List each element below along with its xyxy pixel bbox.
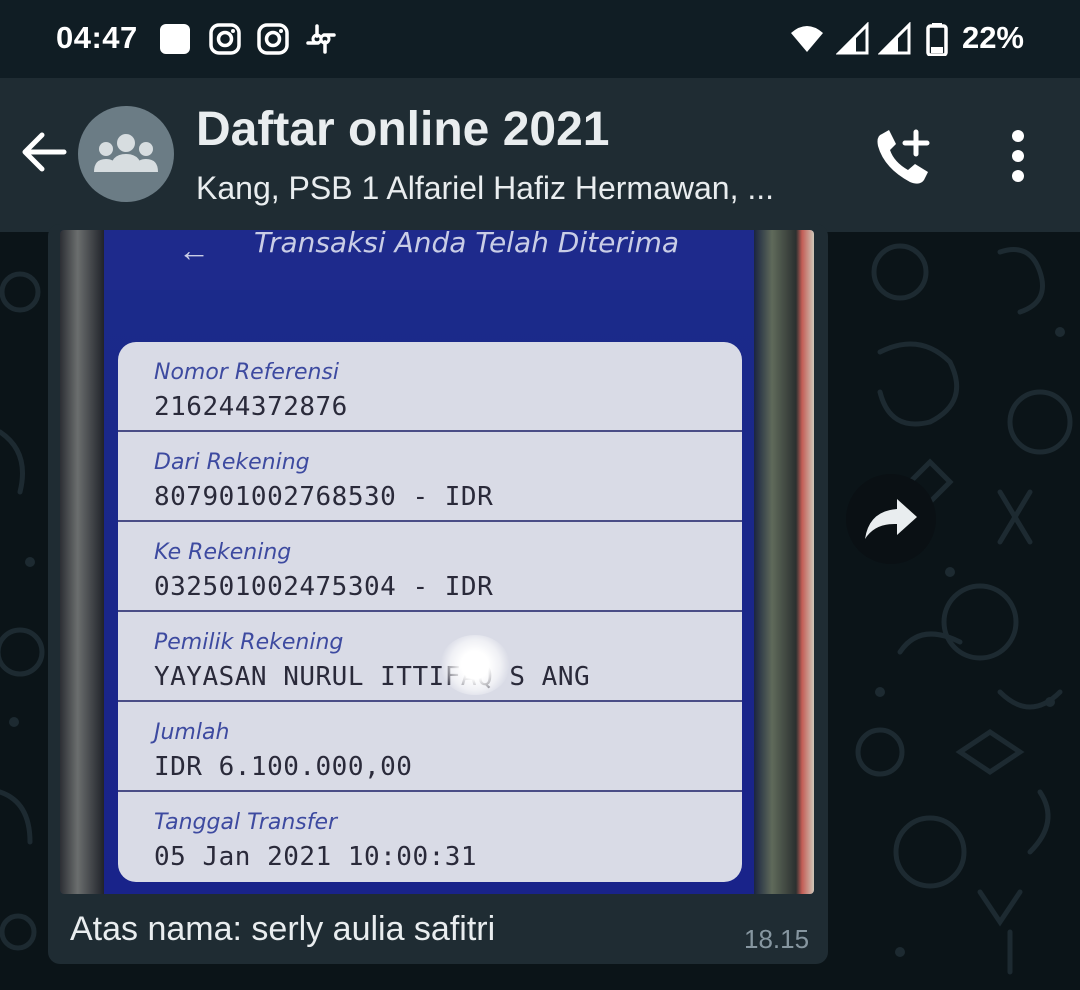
image-field-label: Pemilik Rekening <box>154 630 344 655</box>
signal-icon <box>836 22 869 55</box>
image-phone-edge-right <box>754 230 814 894</box>
image-transaction-card: Nomor Referensi 216244372876 Dari Rekeni… <box>118 342 742 882</box>
image-field-value: 05 Jan 2021 10:00:31 <box>154 842 478 872</box>
add-call-icon[interactable] <box>872 126 936 190</box>
image-field-label: Nomor Referensi <box>154 360 340 385</box>
instagram-icon <box>257 23 289 55</box>
forward-icon <box>865 499 917 539</box>
slack-icon <box>306 24 336 54</box>
square-notification-icon <box>160 24 190 54</box>
image-field-account-owner: Pemilik Rekening YAYASAN NURUL ITTIFAQ S… <box>118 612 742 702</box>
image-field-label: Tanggal Transfer <box>154 810 338 835</box>
image-field-reference: Nomor Referensi 216244372876 <box>118 342 742 432</box>
message-caption: Atas nama: serly aulia safitri <box>70 910 496 948</box>
group-avatar[interactable] <box>78 106 174 202</box>
image-field-from-account: Dari Rekening 807901002768530 - IDR <box>118 432 742 522</box>
image-field-value: 216244372876 <box>154 392 348 422</box>
message-image[interactable]: ← Transaksi Anda Telah Diterima Nomor Re… <box>60 230 814 894</box>
forward-button[interactable] <box>846 474 936 564</box>
instagram-icon <box>209 23 241 55</box>
image-field-value: IDR 6.100.000,00 <box>154 752 413 782</box>
image-back-arrow-icon: ← <box>178 232 210 268</box>
back-arrow-icon[interactable] <box>18 126 70 178</box>
message-timestamp: 18.15 <box>744 924 810 954</box>
status-bar: 04:47 22% <box>0 0 1080 78</box>
image-header-text: Transaksi Anda Telah Diterima <box>254 230 680 259</box>
image-field-label: Dari Rekening <box>154 450 310 475</box>
chat-participants[interactable]: Kang, PSB 1 Alfariel Hafiz Hermawan, ... <box>196 170 836 207</box>
more-options-icon[interactable] <box>1000 128 1036 188</box>
image-screen-header: ← Transaksi Anda Telah Diterima <box>104 230 754 290</box>
status-time: 04:47 <box>56 20 138 55</box>
image-field-value: YAYASAN NURUL ITTIFAQ S ANG <box>154 662 591 692</box>
image-field-value: 807901002768530 - IDR <box>154 482 494 512</box>
image-field-to-account: Ke Rekening 032501002475304 - IDR <box>118 522 742 612</box>
battery-icon <box>926 23 948 56</box>
group-avatar-icon <box>94 134 158 172</box>
wifi-icon <box>791 26 823 52</box>
image-field-value: 032501002475304 - IDR <box>154 572 494 602</box>
battery-percent: 22% <box>961 20 1024 55</box>
image-field-transfer-date: Tanggal Transfer 05 Jan 2021 10:00:31 <box>118 792 742 880</box>
chat-header: Daftar online 2021 Kang, PSB 1 Alfariel … <box>0 78 1080 232</box>
image-field-label: Jumlah <box>154 720 230 745</box>
signal-icon <box>878 22 911 55</box>
image-phone-edge-left <box>60 230 104 894</box>
image-field-label: Ke Rekening <box>154 540 292 565</box>
chat-title[interactable]: Daftar online 2021 <box>196 102 609 157</box>
image-field-amount: Jumlah IDR 6.100.000,00 <box>118 702 742 792</box>
image-light-glare <box>440 635 510 695</box>
